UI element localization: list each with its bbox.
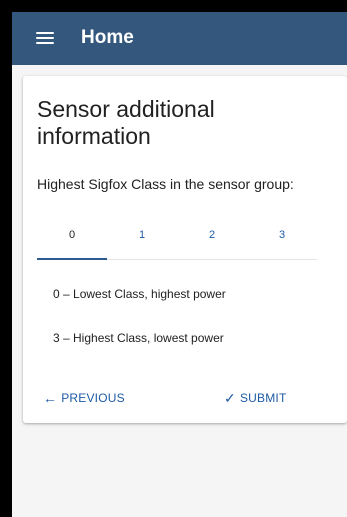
submit-button[interactable]: ✓ SUBMIT: [224, 387, 286, 409]
previous-button[interactable]: ← PREVIOUS: [43, 387, 125, 409]
previous-label: PREVIOUS: [61, 391, 125, 405]
tab-class-3[interactable]: 3: [247, 224, 317, 258]
submit-label: SUBMIT: [239, 391, 287, 405]
card-heading: Sensor additional information: [37, 96, 215, 149]
page-title: Home: [81, 27, 134, 48]
menu-icon[interactable]: [36, 30, 54, 46]
tab-indicator: [37, 258, 107, 260]
class-question: Highest Sigfox Class in the sensor group…: [37, 176, 294, 192]
class-note-lowest: 0 – Lowest Class, highest power: [53, 287, 226, 301]
check-icon: ✓: [224, 390, 236, 406]
tab-class-1[interactable]: 1: [107, 224, 177, 258]
class-note-highest: 3 – Highest Class, lowest power: [53, 331, 224, 345]
arrow-left-icon: ←: [43, 390, 58, 406]
tab-class-2[interactable]: 2: [177, 224, 247, 258]
tab-class-0[interactable]: 0: [37, 224, 107, 258]
class-tabs: 0 1 2 3: [37, 224, 317, 260]
sensor-info-card: Sensor additional information Highest Si…: [23, 76, 347, 423]
app-bar: Home: [12, 12, 347, 65]
